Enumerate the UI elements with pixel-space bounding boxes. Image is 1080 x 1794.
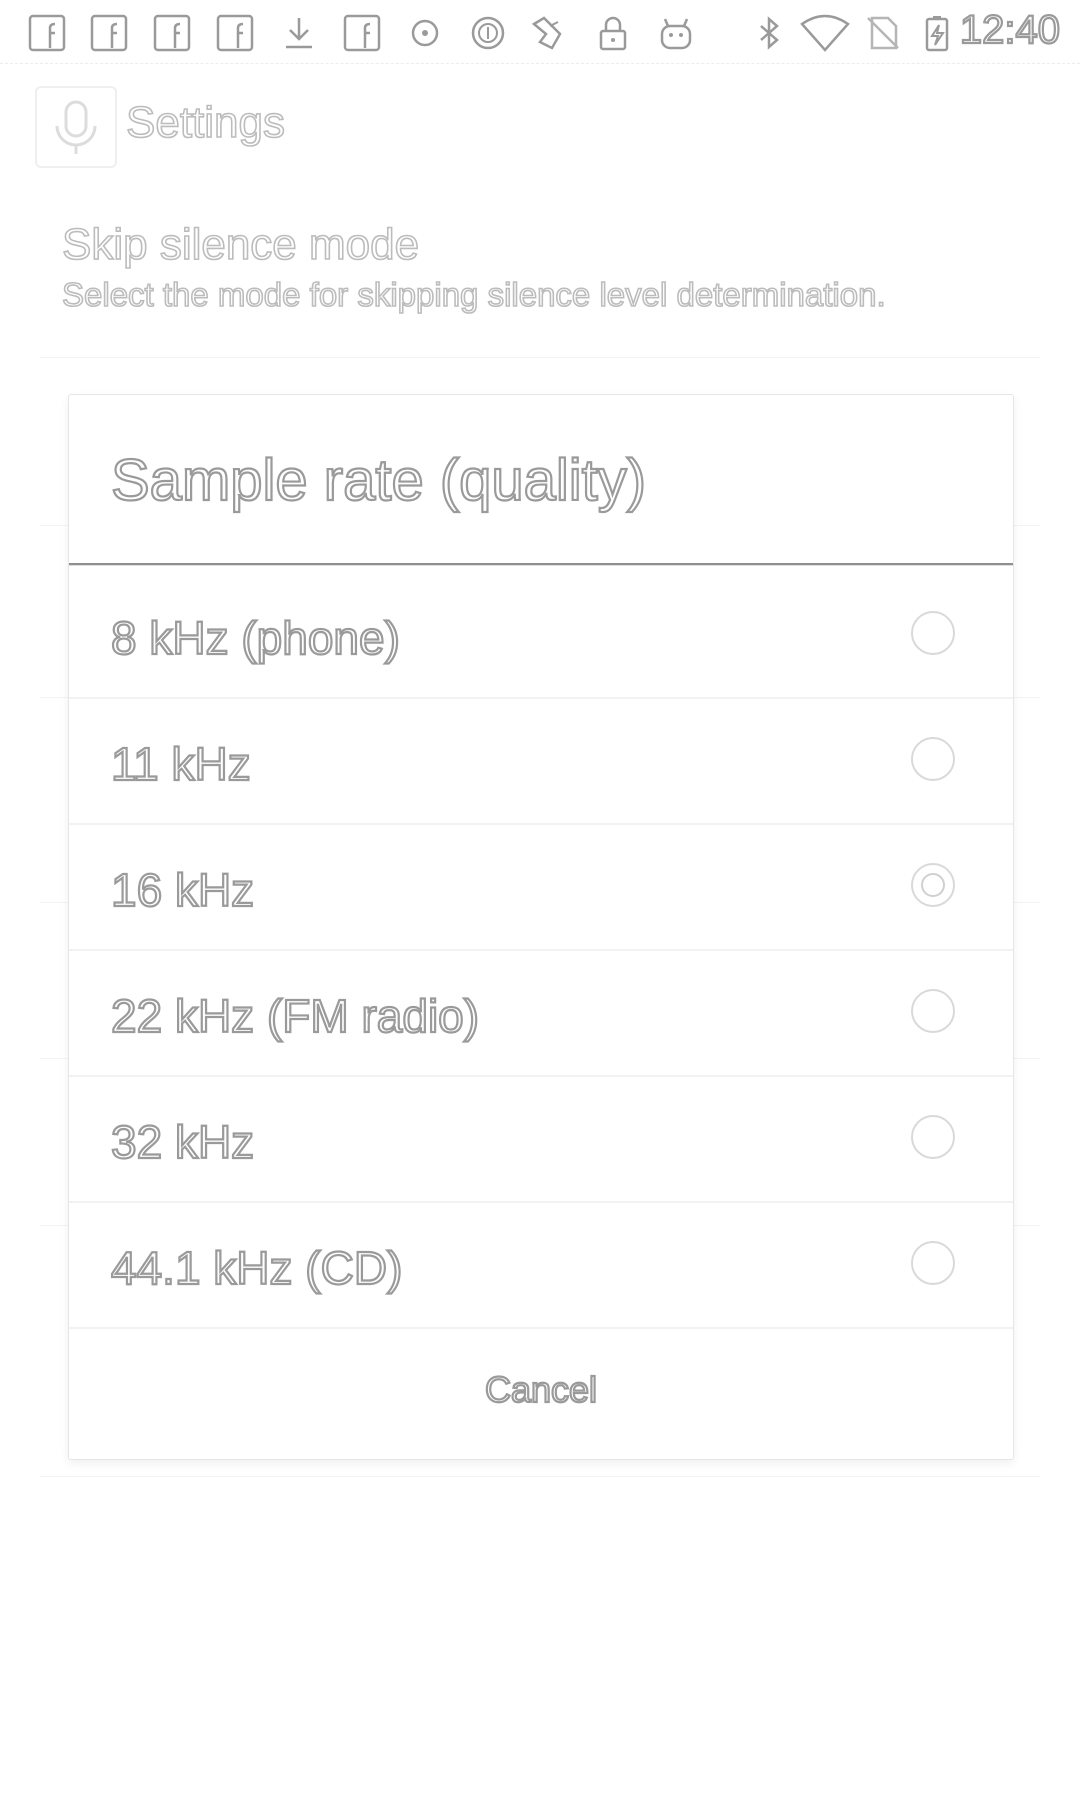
- page-title: Settings: [125, 97, 286, 148]
- facebook-notification-icon: [343, 14, 381, 52]
- facebook-notification-icon: [28, 14, 66, 52]
- option-label: 11 kHz: [110, 737, 252, 791]
- status-bar: 12:40: [0, 0, 1080, 64]
- sample-rate-option-11khz[interactable]: 11 kHz: [69, 699, 1013, 825]
- cancel-button[interactable]: Cancel: [69, 1335, 1013, 1455]
- wifi-icon: [800, 14, 850, 52]
- skip-silence-preference[interactable]: Skip silence mode Select the mode for sk…: [61, 219, 1042, 314]
- option-label: 22 kHz (FM radio): [110, 989, 480, 1043]
- radio-button-selected[interactable]: [911, 863, 955, 907]
- option-label: 32 kHz: [110, 1115, 255, 1169]
- radio-button[interactable]: [911, 989, 955, 1033]
- divider: [40, 1476, 1040, 1477]
- preference-summary: Select the mode for skipping silence lev…: [61, 275, 886, 314]
- fast-app-icon: [530, 14, 568, 52]
- radio-button[interactable]: [911, 1241, 955, 1285]
- sample-rate-option-16khz[interactable]: 16 kHz: [69, 825, 1013, 951]
- lock-icon: [594, 14, 632, 52]
- battery-charging-icon: [918, 14, 956, 52]
- preference-title: Skip silence mode: [61, 219, 420, 270]
- status-bar-clock: 12:40: [959, 7, 1061, 53]
- option-label: 44.1 kHz (CD): [110, 1241, 404, 1295]
- facebook-notification-icon: [216, 14, 254, 52]
- no-sim-icon: [864, 14, 902, 52]
- sample-rate-dialog: Sample rate (quality) 8 kHz (phone) 11 k…: [68, 394, 1014, 1460]
- sample-rate-option-32khz[interactable]: 32 kHz: [69, 1077, 1013, 1203]
- android-icon: [657, 14, 695, 52]
- dialog-title-divider: [69, 563, 1013, 566]
- radio-button[interactable]: [911, 611, 955, 655]
- facebook-notification-icon: [153, 14, 191, 52]
- download-icon: [280, 14, 318, 52]
- option-label: 8 kHz (phone): [110, 611, 401, 665]
- sample-rate-option-8khz[interactable]: 8 kHz (phone): [69, 573, 1013, 699]
- radio-button[interactable]: [911, 737, 955, 781]
- sample-rate-options: 8 kHz (phone) 11 kHz 16 kHz 22 kHz (FM r…: [69, 573, 1013, 1329]
- circle-badge-icon: [469, 14, 507, 52]
- app-bar: Settings: [0, 64, 1080, 194]
- radio-button[interactable]: [911, 1115, 955, 1159]
- record-dot-icon: [406, 14, 444, 52]
- microphone-icon: [35, 86, 117, 168]
- bluetooth-icon: [750, 14, 788, 52]
- dialog-title: Sample rate (quality): [110, 447, 647, 514]
- divider: [40, 357, 1040, 358]
- option-label: 16 kHz: [110, 863, 255, 917]
- sample-rate-option-44khz[interactable]: 44.1 kHz (CD): [69, 1203, 1013, 1329]
- facebook-notification-icon: [90, 14, 128, 52]
- sample-rate-option-22khz[interactable]: 22 kHz (FM radio): [69, 951, 1013, 1077]
